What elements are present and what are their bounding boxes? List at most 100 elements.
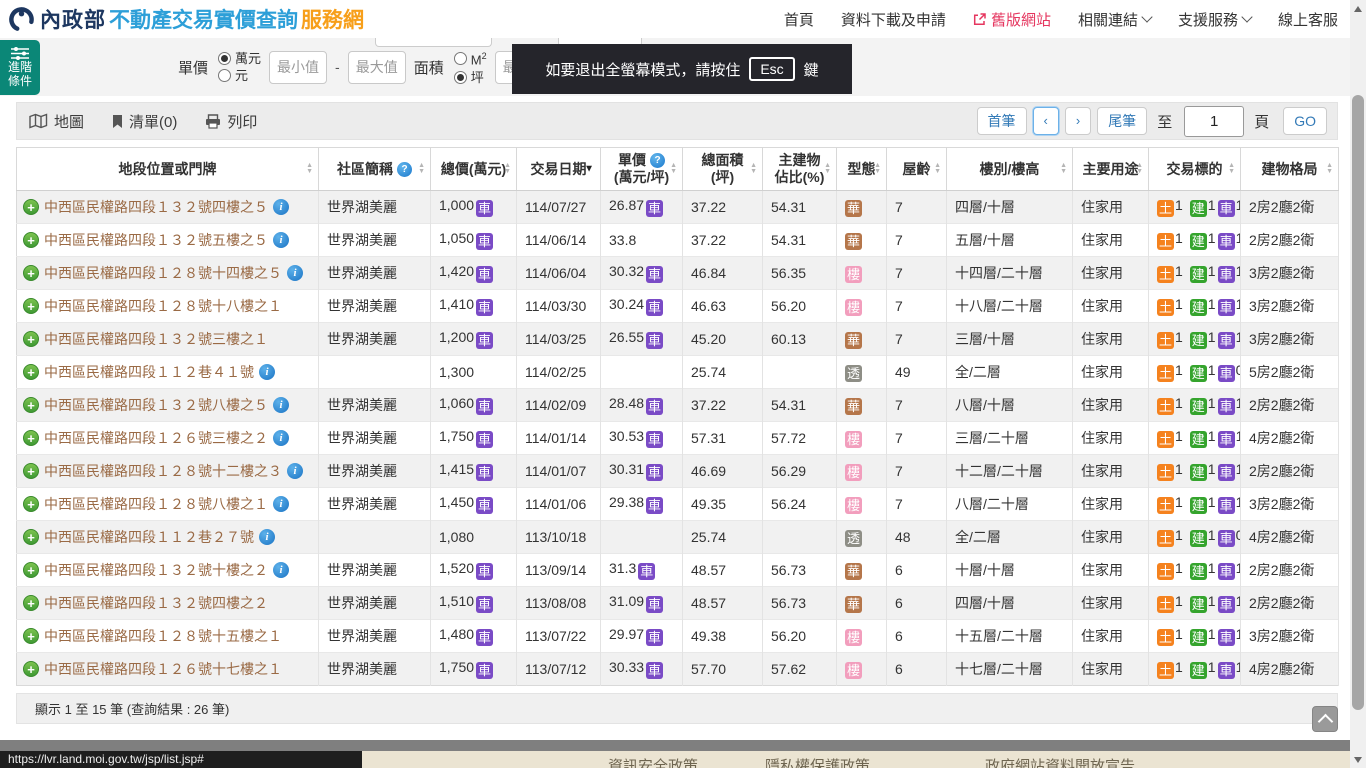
table-row[interactable]: +中西區民權路四段１２８號十二樓之３i世界湖美麗1,415車114/01/073… (17, 455, 1339, 488)
info-icon[interactable]: i (259, 529, 275, 545)
info-icon[interactable]: i (273, 496, 289, 512)
address-link[interactable]: 中西區民權路四段１１２巷４１號 (44, 362, 254, 382)
column-header-ratio[interactable]: 主建物佔比(%)▲▼ (763, 148, 837, 191)
table-row[interactable]: +中西區民權路四段１２６號三樓之２i世界湖美麗1,750車114/01/1430… (17, 422, 1339, 455)
next-page-button[interactable]: › (1065, 107, 1091, 135)
table-row[interactable]: +中西區民權路四段１３２號五樓之５i世界湖美麗1,050車114/06/1433… (17, 224, 1339, 257)
scroll-down-arrow[interactable] (1354, 757, 1362, 763)
radio-option-m2[interactable]: M2 (454, 49, 487, 67)
nav-live-chat[interactable]: 線上客服 (1278, 9, 1338, 30)
address-link[interactable]: 中西區民權路四段１１２巷２７號 (44, 527, 254, 547)
address-link[interactable]: 中西區民權路四段１２８號十五樓之１ (44, 626, 282, 646)
page-number-input[interactable] (1184, 106, 1244, 137)
expand-icon[interactable]: + (23, 430, 39, 446)
info-icon[interactable]: i (273, 430, 289, 446)
help-icon[interactable]: ? (397, 162, 412, 177)
info-icon[interactable]: i (287, 463, 303, 479)
table-row[interactable]: +中西區民權路四段１３２號十樓之２i世界湖美麗1,520車113/09/1431… (17, 554, 1339, 587)
nav-download-apply[interactable]: 資料下載及申請 (841, 9, 946, 30)
expand-icon[interactable]: + (23, 463, 39, 479)
unit-price-max-input[interactable] (348, 51, 406, 84)
expand-icon[interactable]: + (23, 595, 39, 611)
table-row[interactable]: +中西區民權路四段１２８號十八樓之１世界湖美麗1,410車114/03/3030… (17, 290, 1339, 323)
expand-icon[interactable]: + (23, 265, 39, 281)
address-link[interactable]: 中西區民權路四段１３２號五樓之５ (44, 230, 268, 250)
info-icon[interactable]: i (273, 562, 289, 578)
footer-link-security[interactable]: 資訊安全政策 (608, 755, 698, 768)
info-icon[interactable]: i (273, 397, 289, 413)
column-header-unit[interactable]: 單價?(萬元/坪)▲▼ (601, 148, 683, 191)
column-header-total[interactable]: 總價(萬元)▲▼ (431, 148, 517, 191)
site-logo[interactable]: 內政部 不動產交易實價查詢 服務網 (8, 4, 364, 34)
saved-list-button[interactable]: 清單(0) (112, 111, 177, 132)
column-header-age[interactable]: 屋齡▲▼ (887, 148, 947, 191)
address-link[interactable]: 中西區民權路四段１３２號四樓之５ (44, 197, 268, 217)
column-header-area[interactable]: 總面積(坪)▲▼ (683, 148, 763, 191)
expand-icon[interactable]: + (23, 661, 39, 677)
address-link[interactable]: 中西區民權路四段１２６號十七樓之１ (44, 659, 282, 679)
radio-selected-icon[interactable] (454, 71, 467, 84)
nav-home[interactable]: 首頁 (784, 9, 814, 30)
table-row[interactable]: +中西區民權路四段１３２號四樓之２世界湖美麗1,510車113/08/0831.… (17, 587, 1339, 620)
expand-icon[interactable]: + (23, 232, 39, 248)
advanced-filter-button[interactable]: 進階 條件 (0, 40, 40, 95)
address-link[interactable]: 中西區民權路四段１２８號八樓之１ (44, 494, 268, 514)
first-page-button[interactable]: 首筆 (977, 107, 1027, 135)
prev-page-button[interactable]: ‹ (1033, 107, 1059, 135)
expand-icon[interactable]: + (23, 628, 39, 644)
table-row[interactable]: +中西區民權路四段１２８號十五樓之１世界湖美麗1,480車113/07/2229… (17, 620, 1339, 653)
expand-icon[interactable]: + (23, 397, 39, 413)
table-row[interactable]: +中西區民權路四段１３２號四樓之５i世界湖美麗1,000車114/07/2726… (17, 191, 1339, 224)
back-to-top-button[interactable] (1312, 706, 1338, 732)
unit-price-min-input[interactable] (269, 51, 327, 84)
expand-icon[interactable]: + (23, 364, 39, 380)
radio-selected-icon[interactable] (218, 52, 231, 65)
column-header-target[interactable]: 交易標的▲▼ (1149, 148, 1241, 191)
scrollbar-thumb[interactable] (1352, 95, 1364, 710)
address-link[interactable]: 中西區民權路四段１３２號四樓之２ (44, 593, 268, 613)
info-icon[interactable]: i (287, 265, 303, 281)
nav-support[interactable]: 支援服務 (1178, 9, 1251, 30)
table-row[interactable]: +中西區民權路四段１２８號八樓之１i世界湖美麗1,450車114/01/0629… (17, 488, 1339, 521)
column-header-community[interactable]: 社區簡稱?▲▼ (319, 148, 431, 191)
info-icon[interactable]: i (273, 232, 289, 248)
radio-option-wan[interactable]: 萬元 (218, 52, 261, 66)
table-row[interactable]: +中西區民權路四段１２６號十七樓之１世界湖美麗1,750車113/07/1230… (17, 653, 1339, 686)
expand-icon[interactable]: + (23, 331, 39, 347)
column-header-type[interactable]: 型態▲▼ (837, 148, 887, 191)
address-link[interactable]: 中西區民權路四段１３２號三樓之１ (44, 329, 268, 349)
address-link[interactable]: 中西區民權路四段１２８號十二樓之３ (44, 461, 282, 481)
info-icon[interactable]: i (273, 199, 289, 215)
print-button[interactable]: 列印 (205, 111, 257, 132)
expand-icon[interactable]: + (23, 298, 39, 314)
radio-icon[interactable] (218, 69, 231, 82)
table-row[interactable]: +中西區民權路四段１１２巷４１號i1,300114/02/2525.74透49全… (17, 356, 1339, 389)
column-header-use[interactable]: 主要用途▲▼ (1073, 148, 1149, 191)
table-row[interactable]: +中西區民權路四段１１２巷２７號i1,080113/10/1825.74透48全… (17, 521, 1339, 554)
map-view-button[interactable]: 地圖 (29, 111, 84, 132)
column-header-layout[interactable]: 建物格局▲▼ (1241, 148, 1339, 191)
radio-icon[interactable] (454, 52, 467, 65)
nav-related-links[interactable]: 相關連結 (1078, 9, 1151, 30)
scroll-up-arrow[interactable] (1354, 6, 1362, 12)
address-link[interactable]: 中西區民權路四段１３２號十樓之２ (44, 560, 268, 580)
address-link[interactable]: 中西區民權路四段１３２號八樓之５ (44, 395, 268, 415)
last-page-button[interactable]: 尾筆 (1097, 107, 1147, 135)
vertical-scrollbar[interactable] (1350, 0, 1366, 768)
expand-icon[interactable]: + (23, 562, 39, 578)
radio-option-ping[interactable]: 坪 (454, 71, 487, 85)
go-button[interactable]: GO (1283, 107, 1327, 135)
footer-link-open-data[interactable]: 政府網站資料開放宣告 (985, 755, 1135, 768)
info-icon[interactable]: i (259, 364, 275, 380)
footer-link-privacy[interactable]: 隱私權保護政策 (765, 755, 870, 768)
table-row[interactable]: +中西區民權路四段１２８號十四樓之５i世界湖美麗1,420車114/06/043… (17, 257, 1339, 290)
expand-icon[interactable]: + (23, 496, 39, 512)
column-header-date[interactable]: 交易日期▼ (517, 148, 601, 191)
address-link[interactable]: 中西區民權路四段１２８號十八樓之１ (44, 296, 282, 316)
table-row[interactable]: +中西區民權路四段１３２號八樓之５i世界湖美麗1,060車114/02/0928… (17, 389, 1339, 422)
expand-icon[interactable]: + (23, 529, 39, 545)
column-header-floor[interactable]: 樓別/樓高▲▼ (947, 148, 1073, 191)
nav-old-site[interactable]: 舊版網站 (973, 9, 1051, 30)
table-row[interactable]: +中西區民權路四段１３２號三樓之１世界湖美麗1,200車114/03/2526.… (17, 323, 1339, 356)
radio-option-yuan[interactable]: 元 (218, 69, 261, 83)
